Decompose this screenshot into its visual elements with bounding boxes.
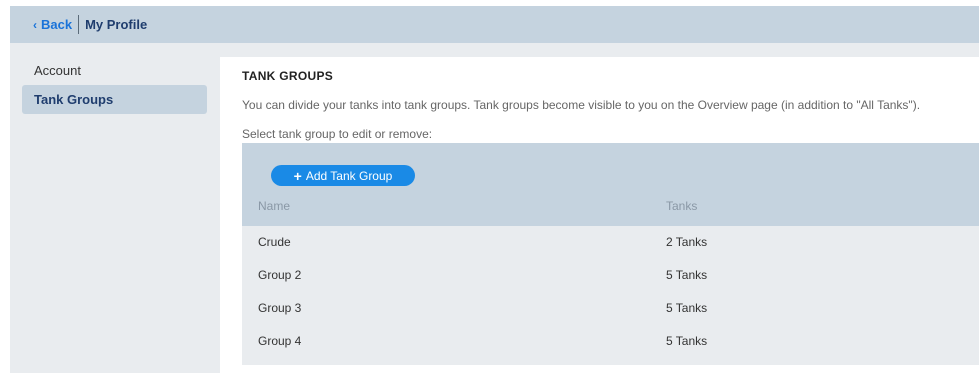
row-name: Group 3 bbox=[258, 301, 302, 315]
sidebar: Account Tank Groups bbox=[10, 50, 215, 373]
table-row[interactable]: Group 3 5 Tanks bbox=[242, 292, 979, 325]
select-prompt: Select tank group to edit or remove: bbox=[242, 127, 433, 141]
add-button-label: Add Tank Group bbox=[305, 168, 393, 183]
row-name: Crude bbox=[258, 235, 291, 249]
table-row[interactable]: Group 4 5 Tanks bbox=[242, 325, 979, 358]
row-tanks: 2 Tanks bbox=[666, 235, 708, 249]
plus-icon: + bbox=[293, 167, 302, 184]
section-title: TANK GROUPS bbox=[242, 69, 334, 83]
row-tanks: 5 Tanks bbox=[666, 334, 708, 348]
row-tanks: 5 Tanks bbox=[666, 301, 708, 315]
back-link[interactable]: ‹ Back bbox=[33, 17, 72, 32]
table-header: + Add Tank Group Name Tanks bbox=[242, 143, 979, 226]
row-tanks: 5 Tanks bbox=[666, 268, 708, 282]
sidebar-item-account[interactable]: Account bbox=[22, 56, 207, 85]
row-name: Group 2 bbox=[258, 268, 302, 282]
sidebar-item-tank-groups[interactable]: Tank Groups bbox=[22, 85, 207, 114]
table-row[interactable]: Crude 2 Tanks bbox=[242, 226, 979, 259]
header-divider bbox=[78, 15, 80, 34]
table-row[interactable]: Group 2 5 Tanks bbox=[242, 259, 979, 292]
tank-groups-table: + Add Tank Group Name Tanks Crude 2 Tank… bbox=[242, 143, 979, 365]
column-header-name: Name bbox=[258, 199, 291, 213]
main-content: TANK GROUPS You can divide your tanks in… bbox=[220, 57, 979, 373]
description-text: You can divide your tanks into tank grou… bbox=[242, 98, 921, 112]
page-title: My Profile bbox=[85, 17, 148, 32]
top-bar: ‹ Back My Profile bbox=[10, 6, 979, 43]
chevron-left-icon: ‹ bbox=[33, 17, 37, 32]
add-tank-group-button[interactable]: + Add Tank Group bbox=[271, 165, 415, 186]
column-header-tanks: Tanks bbox=[666, 199, 698, 213]
back-label: Back bbox=[41, 17, 73, 32]
row-name: Group 4 bbox=[258, 334, 302, 348]
sidebar-item-label: Tank Groups bbox=[34, 92, 114, 107]
sidebar-item-label: Account bbox=[34, 63, 81, 78]
